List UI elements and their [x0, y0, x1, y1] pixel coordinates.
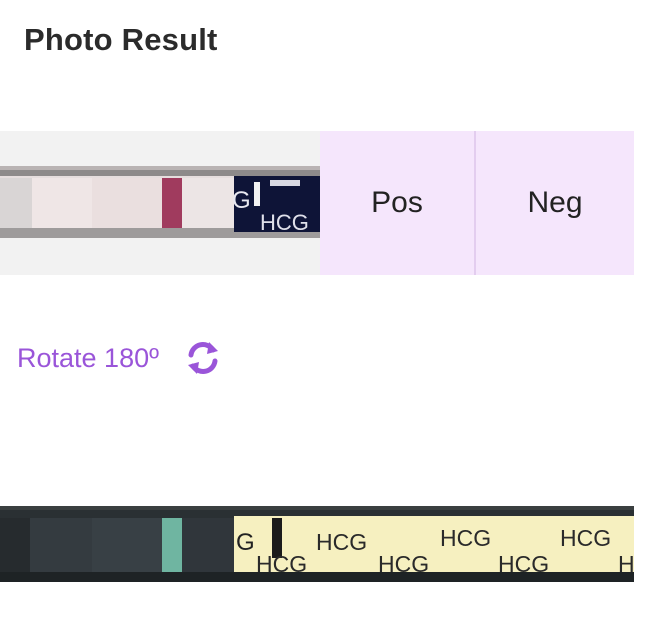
strip2-brand-1: HCG — [316, 529, 367, 555]
strip2-brand-3: HCG — [560, 525, 611, 551]
strip-brand-partial: G — [232, 187, 251, 214]
rotate-icon — [183, 338, 223, 378]
strip2-brand-7: H — [618, 551, 634, 577]
rotated-strip-image: G HCG HCG HCG HCG HCG HCG H — [0, 506, 634, 582]
strip2-brand-6: HCG — [498, 551, 549, 577]
strip2-brand-4: HCG — [256, 551, 307, 577]
rotate-button[interactable]: Rotate 180º — [17, 338, 223, 378]
test-strip-image: G HCG — [0, 166, 320, 238]
rotated-strip-photo: G HCG HCG HCG HCG HCG HCG H — [0, 506, 634, 582]
strip2-brand-5: HCG — [378, 551, 429, 577]
pos-button[interactable]: Pos — [320, 131, 474, 275]
strip2-brand-2: HCG — [440, 525, 491, 551]
test-strip-photo: G HCG — [0, 166, 320, 238]
page-title: Photo Result — [24, 22, 218, 57]
strip2-brand-0: G — [236, 529, 255, 556]
neg-button[interactable]: Neg — [476, 131, 634, 275]
rotate-label: Rotate 180º — [17, 342, 159, 373]
strip-brand-text: HCG — [260, 210, 309, 235]
